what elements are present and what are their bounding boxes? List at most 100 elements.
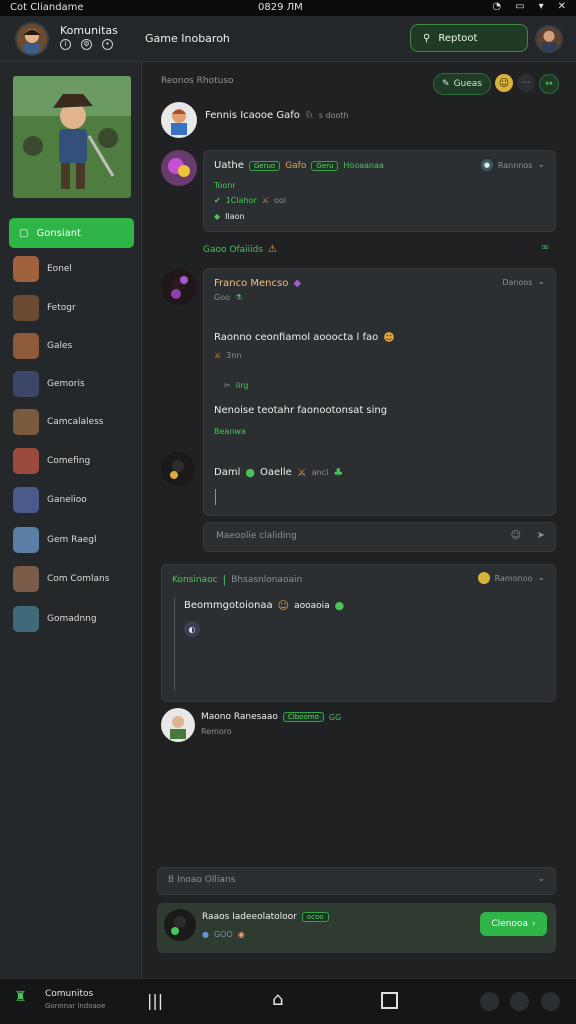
sidebar-item-label: Fetogr	[47, 303, 76, 313]
sidebar-item-label: Comefing	[47, 456, 91, 466]
recent-apps-icon[interactable]: |||	[147, 991, 163, 1010]
tag-text: Hooaanaa	[343, 161, 384, 170]
thread-card: Konsinaoc | Bhsasnlonaoain Ramonoo ⌄ Beo…	[161, 564, 556, 702]
meta-text: Goo	[214, 293, 230, 302]
featured-game-image[interactable]	[13, 76, 131, 198]
sidebar-item[interactable]: Gemoris	[13, 371, 138, 397]
gift-icon[interactable]	[480, 992, 499, 1011]
avatar[interactable]	[161, 269, 197, 305]
profile-icon[interactable]	[541, 992, 560, 1011]
sidebar-item-label: Ganelioo	[47, 495, 87, 505]
header-title: Komunitas	[60, 24, 118, 37]
chat-main: Reonos Rhotuso ✎ Gueas ☺ ⋯ ↔ Fennis Icao…	[143, 62, 576, 978]
message-subtext: ancl	[311, 468, 329, 477]
message-subtext: 3nn	[226, 351, 242, 360]
search-icon: ⚲	[423, 32, 431, 44]
filter-dropdown[interactable]: B Inoao Ollians ⌄	[157, 867, 556, 895]
sidebar-item[interactable]: Gales	[13, 333, 138, 359]
search-button[interactable]: ⚲ Reptoot	[410, 24, 528, 52]
arrow-icon: ›	[531, 919, 536, 929]
author-name[interactable]: Uathe	[214, 160, 244, 171]
tool-icon: ✂	[224, 381, 231, 390]
bell-icon[interactable]: •	[102, 39, 113, 50]
author-name[interactable]: Raaos Iadeeolatoloor	[202, 912, 297, 922]
tool-label: Iirg	[235, 381, 249, 390]
expand-icon[interactable]: ↔	[539, 74, 559, 94]
avatar[interactable]: ◐	[184, 621, 200, 637]
emoji-icon: ☺	[277, 599, 290, 612]
chat-icon: ▢	[19, 227, 29, 239]
home-icon[interactable]: ⌂	[272, 989, 283, 1010]
message-text: Nenoise teotahr faonootonsat sing	[214, 405, 388, 416]
status-icon: ●	[480, 159, 493, 171]
diamond-icon: ◆	[214, 212, 221, 221]
app-header: Komunitas i ⚙ • Game Inobaroh ⚲ Reptoot	[0, 16, 576, 62]
meta-text: GOO	[213, 930, 233, 939]
sidebar-item-label: Gemoris	[47, 379, 85, 389]
sidebar-item[interactable]: Ganelioo	[13, 487, 138, 513]
sidebar-item-active[interactable]: ▢ Gonsiant	[9, 218, 134, 248]
author-name[interactable]: Daml	[214, 467, 240, 478]
sidebar-item[interactable]: Fetogr	[13, 295, 138, 321]
sidebar-item-label: Eonel	[47, 264, 72, 274]
wifi-icon: ◔	[492, 1, 502, 12]
sidebar-item[interactable]: Camcalaless	[13, 409, 138, 435]
emoji-icon[interactable]: ☺	[495, 74, 513, 92]
message-text: Oaelle	[259, 467, 292, 478]
author-name[interactable]: Fennis Icaooe Gafo	[205, 110, 300, 121]
chevron-down-icon[interactable]: ⌄	[537, 277, 545, 287]
chevron-down-icon[interactable]: ⌄	[537, 573, 545, 583]
sidebar-item[interactable]: Eonel	[13, 256, 138, 282]
bottom-nav: ♜ Comunitos Gonnnar lndoaoe ||| ⌂	[0, 978, 576, 1024]
clock: 0829 ЛМ	[258, 2, 303, 13]
chevron-down-icon: ⌄	[537, 874, 545, 884]
emoji-icon: ☻	[383, 331, 395, 344]
link-icon: ✎	[442, 79, 450, 89]
community-avatar[interactable]	[15, 22, 49, 56]
badge-icon: ●	[245, 466, 255, 479]
emoji-icon[interactable]: ☺	[511, 530, 521, 541]
sidebar-active-label: Gonsiant	[36, 227, 82, 239]
author-name[interactable]: Franco Mencso	[214, 278, 288, 289]
line-text: 1Clahor	[225, 196, 257, 205]
sidebar-item[interactable]: Gem Raegl	[13, 527, 138, 553]
avatar[interactable]	[161, 452, 195, 486]
message-input-placeholder: Maeoolie claliding	[216, 531, 297, 541]
avatar[interactable]	[161, 708, 195, 742]
settings-icon[interactable]: ⚙	[81, 39, 92, 50]
avatar	[13, 409, 39, 435]
message-input[interactable]: Maeoolie claliding ☺ ➤	[203, 522, 556, 552]
join-voice-label: Clenooa	[491, 919, 528, 929]
sword-icon: ⚔	[214, 351, 222, 360]
message-text: Raonno ceonfiamol aooocta l fao	[214, 332, 379, 343]
avatar[interactable]	[164, 909, 196, 941]
author-name[interactable]: Maono Ranesaao	[201, 712, 278, 722]
join-voice-button[interactable]: Clenooa ›	[480, 912, 547, 936]
info-icon[interactable]: i	[60, 39, 71, 50]
message-card: Uathe Geruo Gafo Geru Hooaanaa ● Rannnos…	[203, 150, 556, 232]
role-tag: Ciboomo	[282, 712, 324, 722]
chevron-down-icon[interactable]: ⌄	[537, 160, 545, 170]
line-text: Ilaon	[225, 212, 245, 221]
avatar[interactable]	[161, 150, 197, 186]
status-text: Danoos	[502, 277, 533, 287]
controller-icon[interactable]	[510, 992, 529, 1011]
divider-label: Gaoo Ofaiiids	[203, 244, 264, 255]
link-icon[interactable]: ∞	[541, 242, 549, 253]
text-cursor	[215, 489, 216, 505]
sidebar-item[interactable]: Com Comlans	[13, 566, 138, 592]
sidebar-item[interactable]: Gomadnng	[13, 606, 138, 632]
send-icon[interactable]: ➤	[537, 530, 545, 541]
avatar[interactable]	[161, 102, 197, 138]
join-button[interactable]: ✎ Gueas	[433, 73, 491, 95]
sidebar-item[interactable]: Comefing	[13, 448, 138, 474]
user-avatar[interactable]	[535, 25, 563, 53]
back-icon[interactable]	[381, 992, 398, 1009]
close-icon[interactable]: ✕	[558, 1, 566, 12]
badge-icon: ●	[334, 599, 345, 612]
thread-title[interactable]: Konsinaoc	[172, 575, 218, 585]
post-subtitle: s dooth	[318, 111, 349, 120]
tag-text: GG	[328, 712, 342, 722]
sword-icon: ⚔	[261, 196, 269, 205]
more-icon[interactable]: ⋯	[517, 74, 535, 92]
